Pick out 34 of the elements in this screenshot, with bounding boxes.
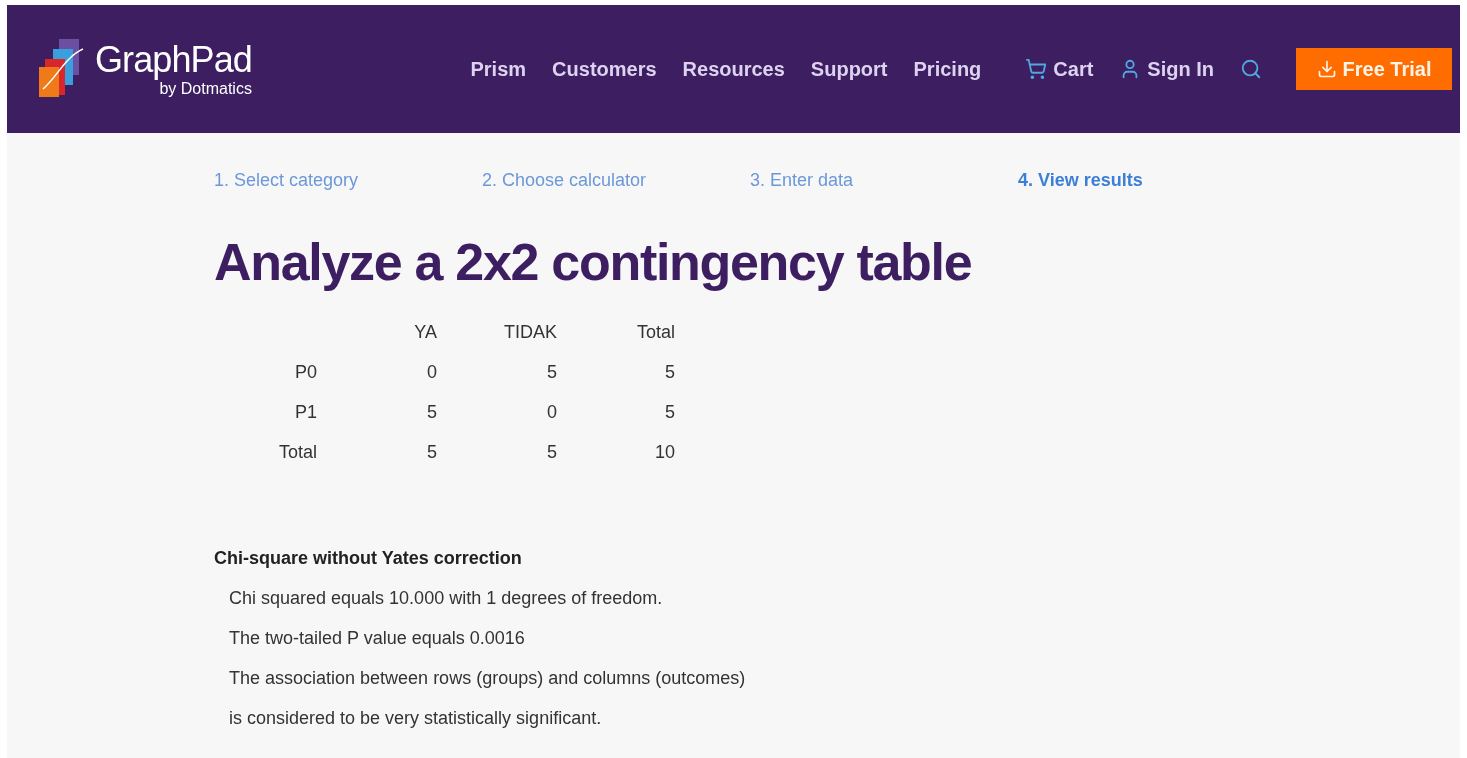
download-icon	[1316, 59, 1337, 79]
table-cell-text: 5	[427, 401, 437, 424]
result-text: Chi squared equals 10.000 with 1 degrees of freedom.	[228, 587, 664, 610]
result-text: The two-tailed P value equals 0.0016	[228, 627, 526, 650]
nav-link[interactable]: Resources	[682, 54, 785, 84]
nav-link[interactable]: Pricing	[913, 54, 982, 84]
sign-in-link[interactable]: Sign In	[1119, 54, 1214, 84]
logo-wordmark[interactable]: GraphPad	[95, 40, 252, 80]
table-cell-text: 5	[547, 361, 557, 384]
logo-byline: by Dotmatics	[159, 80, 252, 98]
result-text: The association between rows (groups) and columns (outcomes)	[228, 667, 747, 690]
cart-link[interactable]: Cart	[1025, 54, 1094, 84]
table-cell-text: 10	[654, 441, 675, 464]
table-cell-text: 5	[665, 361, 675, 384]
nav-link[interactable]: Prism	[470, 54, 527, 84]
column-header: YA	[414, 321, 437, 344]
row-label: P0	[294, 361, 317, 384]
nav-link[interactable]: Support	[810, 54, 888, 84]
table-cell-text: 5	[547, 441, 557, 464]
table-cell-text: 5	[665, 401, 675, 424]
table-cell-text: 5	[427, 441, 437, 464]
results-heading: Chi-square without Yates correction	[214, 547, 523, 570]
search-icon[interactable]	[1240, 58, 1262, 80]
row-label: Total	[278, 441, 317, 464]
column-header: TIDAK	[504, 321, 557, 344]
page-title: Analyze a 2x2 contingency table	[214, 232, 973, 293]
cart-icon	[1025, 58, 1048, 80]
column-header: Total	[636, 321, 675, 344]
row-label: P1	[294, 401, 317, 424]
table-cell-text: 0	[547, 401, 557, 424]
result-text: is considered to be very statistically significant.	[228, 707, 603, 730]
table-cell-text: 0	[427, 361, 437, 384]
nav-link[interactable]: Customers	[552, 54, 657, 84]
step-link[interactable]: 4. View results	[1018, 167, 1286, 194]
